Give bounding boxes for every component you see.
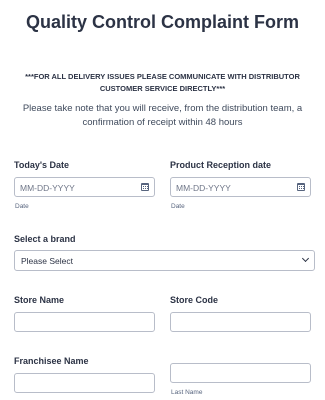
calendar-icon[interactable] [297, 183, 305, 191]
franchisee-first-name-field [14, 373, 155, 393]
delivery-notice: ***FOR ALL DELIVERY ISSUES PLEASE COMMUN… [25, 72, 300, 93]
product-reception-date-sublabel: Date [171, 203, 185, 210]
product-reception-date-input[interactable] [171, 179, 310, 197]
store-name-input[interactable] [15, 314, 154, 332]
form-title: Quality Control Complaint Form [26, 12, 299, 32]
store-code-label: Store Code [170, 295, 219, 305]
brand-label: Select a brand [14, 234, 76, 244]
store-code-input[interactable] [171, 314, 310, 332]
franchisee-last-name-field [170, 363, 311, 383]
franchisee-last-name-input[interactable] [171, 365, 310, 383]
chevron-down-icon [301, 254, 310, 263]
todays-date-field [14, 177, 155, 197]
brand-select[interactable]: Please Select [14, 250, 315, 271]
franchisee-first-name-input[interactable] [15, 375, 154, 393]
product-reception-date-field [170, 177, 311, 197]
store-code-field [170, 312, 311, 332]
franchisee-last-name-sublabel: Last Name [171, 389, 203, 396]
form-subtitle: Please take note that you will receive, … [22, 103, 303, 128]
brand-select-value: Please Select [21, 256, 73, 266]
calendar-icon[interactable] [141, 183, 149, 191]
store-name-field [14, 312, 155, 332]
todays-date-label: Today's Date [14, 160, 69, 170]
todays-date-input[interactable] [15, 179, 154, 197]
todays-date-sublabel: Date [15, 203, 29, 210]
product-reception-date-label: Product Reception date [170, 160, 272, 170]
franchisee-name-label: Franchisee Name [14, 356, 89, 366]
store-name-label: Store Name [14, 295, 65, 305]
